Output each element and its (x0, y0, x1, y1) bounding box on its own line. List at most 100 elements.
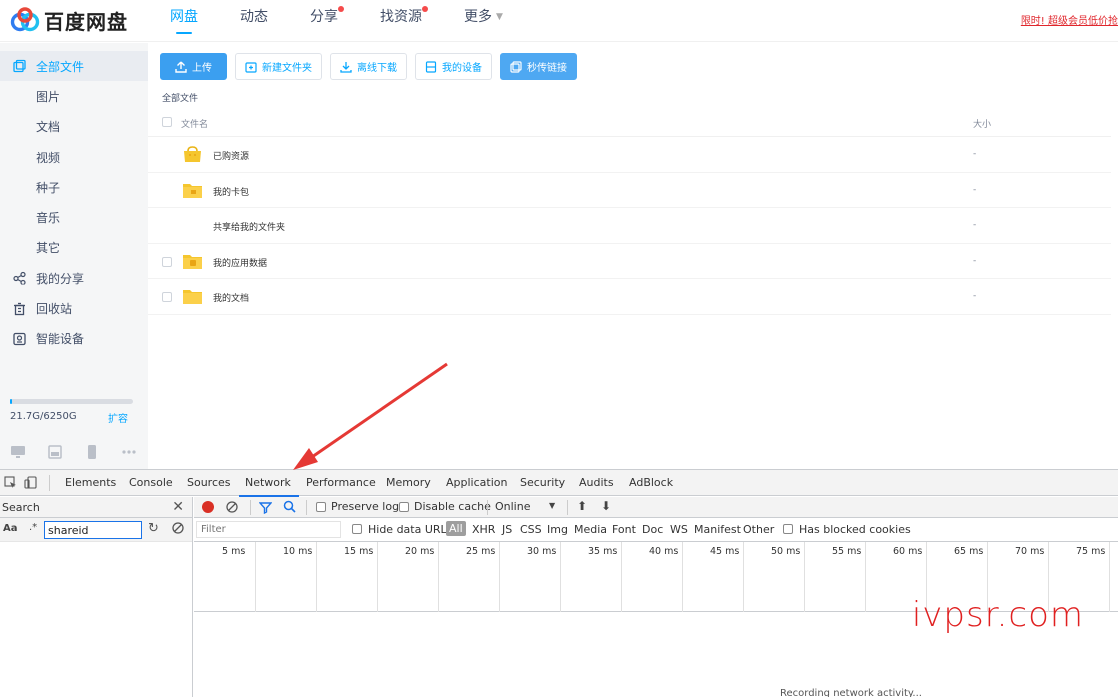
search-icon[interactable] (283, 500, 296, 513)
device-icon (13, 332, 26, 345)
nav-share[interactable]: 分享 (310, 0, 344, 42)
nav-label: 更多 (464, 9, 492, 25)
offline-download-button[interactable]: 离线下载 (330, 53, 407, 80)
device-toolbar-icon[interactable] (24, 476, 37, 489)
instant-link-button[interactable]: 秒传链接 (500, 53, 577, 80)
import-har-icon[interactable]: ⬆ (577, 499, 587, 513)
record-icon[interactable] (202, 501, 214, 513)
nav-find-resources[interactable]: 找资源 (380, 0, 428, 42)
tab-adblock[interactable]: AdBlock (629, 470, 673, 496)
baidu-netdisk-logo[interactable]: 百度网盘 (10, 6, 128, 34)
tab-memory[interactable]: Memory (386, 470, 431, 496)
filter-type-css[interactable]: CSS (520, 523, 542, 536)
sidebar-item-recycle-bin[interactable]: 回收站 (0, 293, 148, 323)
filter-type-manifest[interactable]: Manifest (694, 523, 741, 536)
promo-link[interactable]: 限时! 超级会员低价抢 (1021, 12, 1118, 27)
tab-network[interactable]: Network (239, 470, 299, 497)
close-icon[interactable]: ✕ (172, 499, 184, 515)
blocked-cookies-checkbox[interactable] (783, 524, 793, 534)
filter-type-ws[interactable]: WS (670, 523, 688, 536)
upload-button[interactable]: 上传 (160, 53, 227, 80)
filter-type-media[interactable]: Media (574, 523, 607, 536)
tab-console[interactable]: Console (129, 470, 173, 496)
tab-elements[interactable]: Elements (65, 470, 116, 496)
nav-label: 分享 (310, 9, 338, 25)
clear-icon[interactable] (226, 501, 238, 513)
sidebar-item-all-files[interactable]: 全部文件 (0, 51, 148, 82)
tab-audits[interactable]: Audits (579, 470, 614, 496)
disable-cache-label: Disable cache (414, 500, 491, 513)
search-drawer-header: Search ✕ (0, 497, 192, 518)
storage-quota-bar (10, 399, 133, 404)
gallery-icon[interactable] (47, 445, 63, 459)
tab-performance[interactable]: Performance (306, 470, 376, 496)
breadcrumb[interactable]: 全部文件 (162, 91, 198, 104)
chevron-down-icon[interactable]: ▼ (549, 501, 555, 510)
cloud-logo-icon (10, 7, 40, 32)
sidebar-item-torrents[interactable]: 种子 (0, 172, 148, 202)
sidebar-item-videos[interactable]: 视频 (0, 142, 148, 172)
filter-type-font[interactable]: Font (612, 523, 636, 536)
nav-netdisk[interactable]: 网盘 (170, 0, 198, 42)
notification-dot (422, 6, 428, 12)
refresh-icon[interactable]: ↻ (148, 521, 159, 536)
nav-label: 动态 (240, 9, 268, 25)
filter-icon[interactable] (259, 501, 272, 514)
preserve-log-checkbox[interactable] (316, 502, 326, 512)
file-name[interactable]: 我的文档 (213, 291, 249, 304)
column-header-name[interactable]: 文件名 (181, 117, 208, 130)
sidebar-item-other[interactable]: 其它 (0, 233, 148, 263)
new-folder-button[interactable]: 新建文件夹 (235, 53, 322, 80)
row-checkbox[interactable] (162, 256, 172, 267)
filter-input[interactable] (196, 521, 341, 538)
phone-icon[interactable] (84, 445, 100, 459)
tab-security[interactable]: Security (520, 470, 565, 496)
filter-type-xhr[interactable]: XHR (472, 523, 495, 536)
timeline-tick-label: 40 ms (649, 546, 679, 557)
table-row[interactable]: 已购资源 - (148, 137, 1111, 173)
tab-application[interactable]: Application (446, 470, 507, 496)
filter-type-other[interactable]: Other (743, 523, 774, 536)
sidebar-item-music[interactable]: 音乐 (0, 202, 148, 232)
sidebar-item-smart-devices[interactable]: 智能设备 (0, 324, 148, 354)
nav-activity[interactable]: 动态 (240, 0, 268, 42)
sidebar-item-documents[interactable]: 文档 (0, 112, 148, 142)
file-name[interactable]: 我的卡包 (213, 185, 249, 198)
timeline-tick-label: 45 ms (710, 546, 740, 557)
filter-type-js[interactable]: JS (502, 523, 512, 536)
column-header-size[interactable]: 大小 (973, 117, 991, 130)
nav-more[interactable]: 更多 ▼ (464, 0, 503, 42)
expand-storage-link[interactable]: 扩容 (108, 410, 128, 425)
inspect-element-icon[interactable] (4, 476, 17, 489)
file-name[interactable]: 共享给我的文件夹 (213, 220, 285, 233)
file-name[interactable]: 我的应用数据 (213, 256, 267, 269)
row-checkbox[interactable] (162, 292, 172, 302)
file-table: 文件名 大小 已购资源 - 我的卡包 - 共享给我的文件夹 - 我的应用数据 -… (148, 107, 1111, 315)
filter-type-all[interactable]: All (446, 521, 466, 536)
file-name[interactable]: 已购资源 (213, 149, 249, 162)
throttling-select[interactable]: Online (495, 500, 530, 513)
timeline-tick: 5 ms (222, 542, 256, 612)
search-input[interactable] (44, 521, 142, 539)
clear-search-icon[interactable] (172, 522, 184, 534)
table-row[interactable]: 我的卡包 - (148, 173, 1111, 208)
more-icon[interactable] (121, 445, 137, 459)
table-row[interactable]: 我的文档 - (148, 279, 1111, 315)
computer-icon[interactable] (10, 445, 26, 459)
my-devices-button[interactable]: 我的设备 (415, 53, 492, 80)
export-har-icon[interactable]: ⬇ (601, 499, 611, 513)
sidebar-item-label: 音乐 (36, 211, 61, 226)
disable-cache-checkbox[interactable] (399, 502, 409, 512)
timeline-tick-label: 60 ms (893, 546, 923, 557)
tab-sources[interactable]: Sources (187, 470, 231, 496)
sidebar-item-images[interactable]: 图片 (0, 81, 148, 111)
match-case-toggle[interactable]: Aa (3, 523, 18, 534)
regex-toggle[interactable]: .* (29, 522, 37, 533)
filter-type-img[interactable]: Img (547, 523, 568, 536)
select-all-checkbox[interactable] (162, 117, 172, 127)
filter-type-doc[interactable]: Doc (642, 523, 663, 536)
table-row[interactable]: 我的应用数据 - (148, 244, 1111, 279)
sidebar-item-my-shares[interactable]: 我的分享 (0, 263, 148, 293)
hide-data-urls-checkbox[interactable] (352, 524, 362, 534)
table-row[interactable]: 共享给我的文件夹 - (148, 208, 1111, 244)
